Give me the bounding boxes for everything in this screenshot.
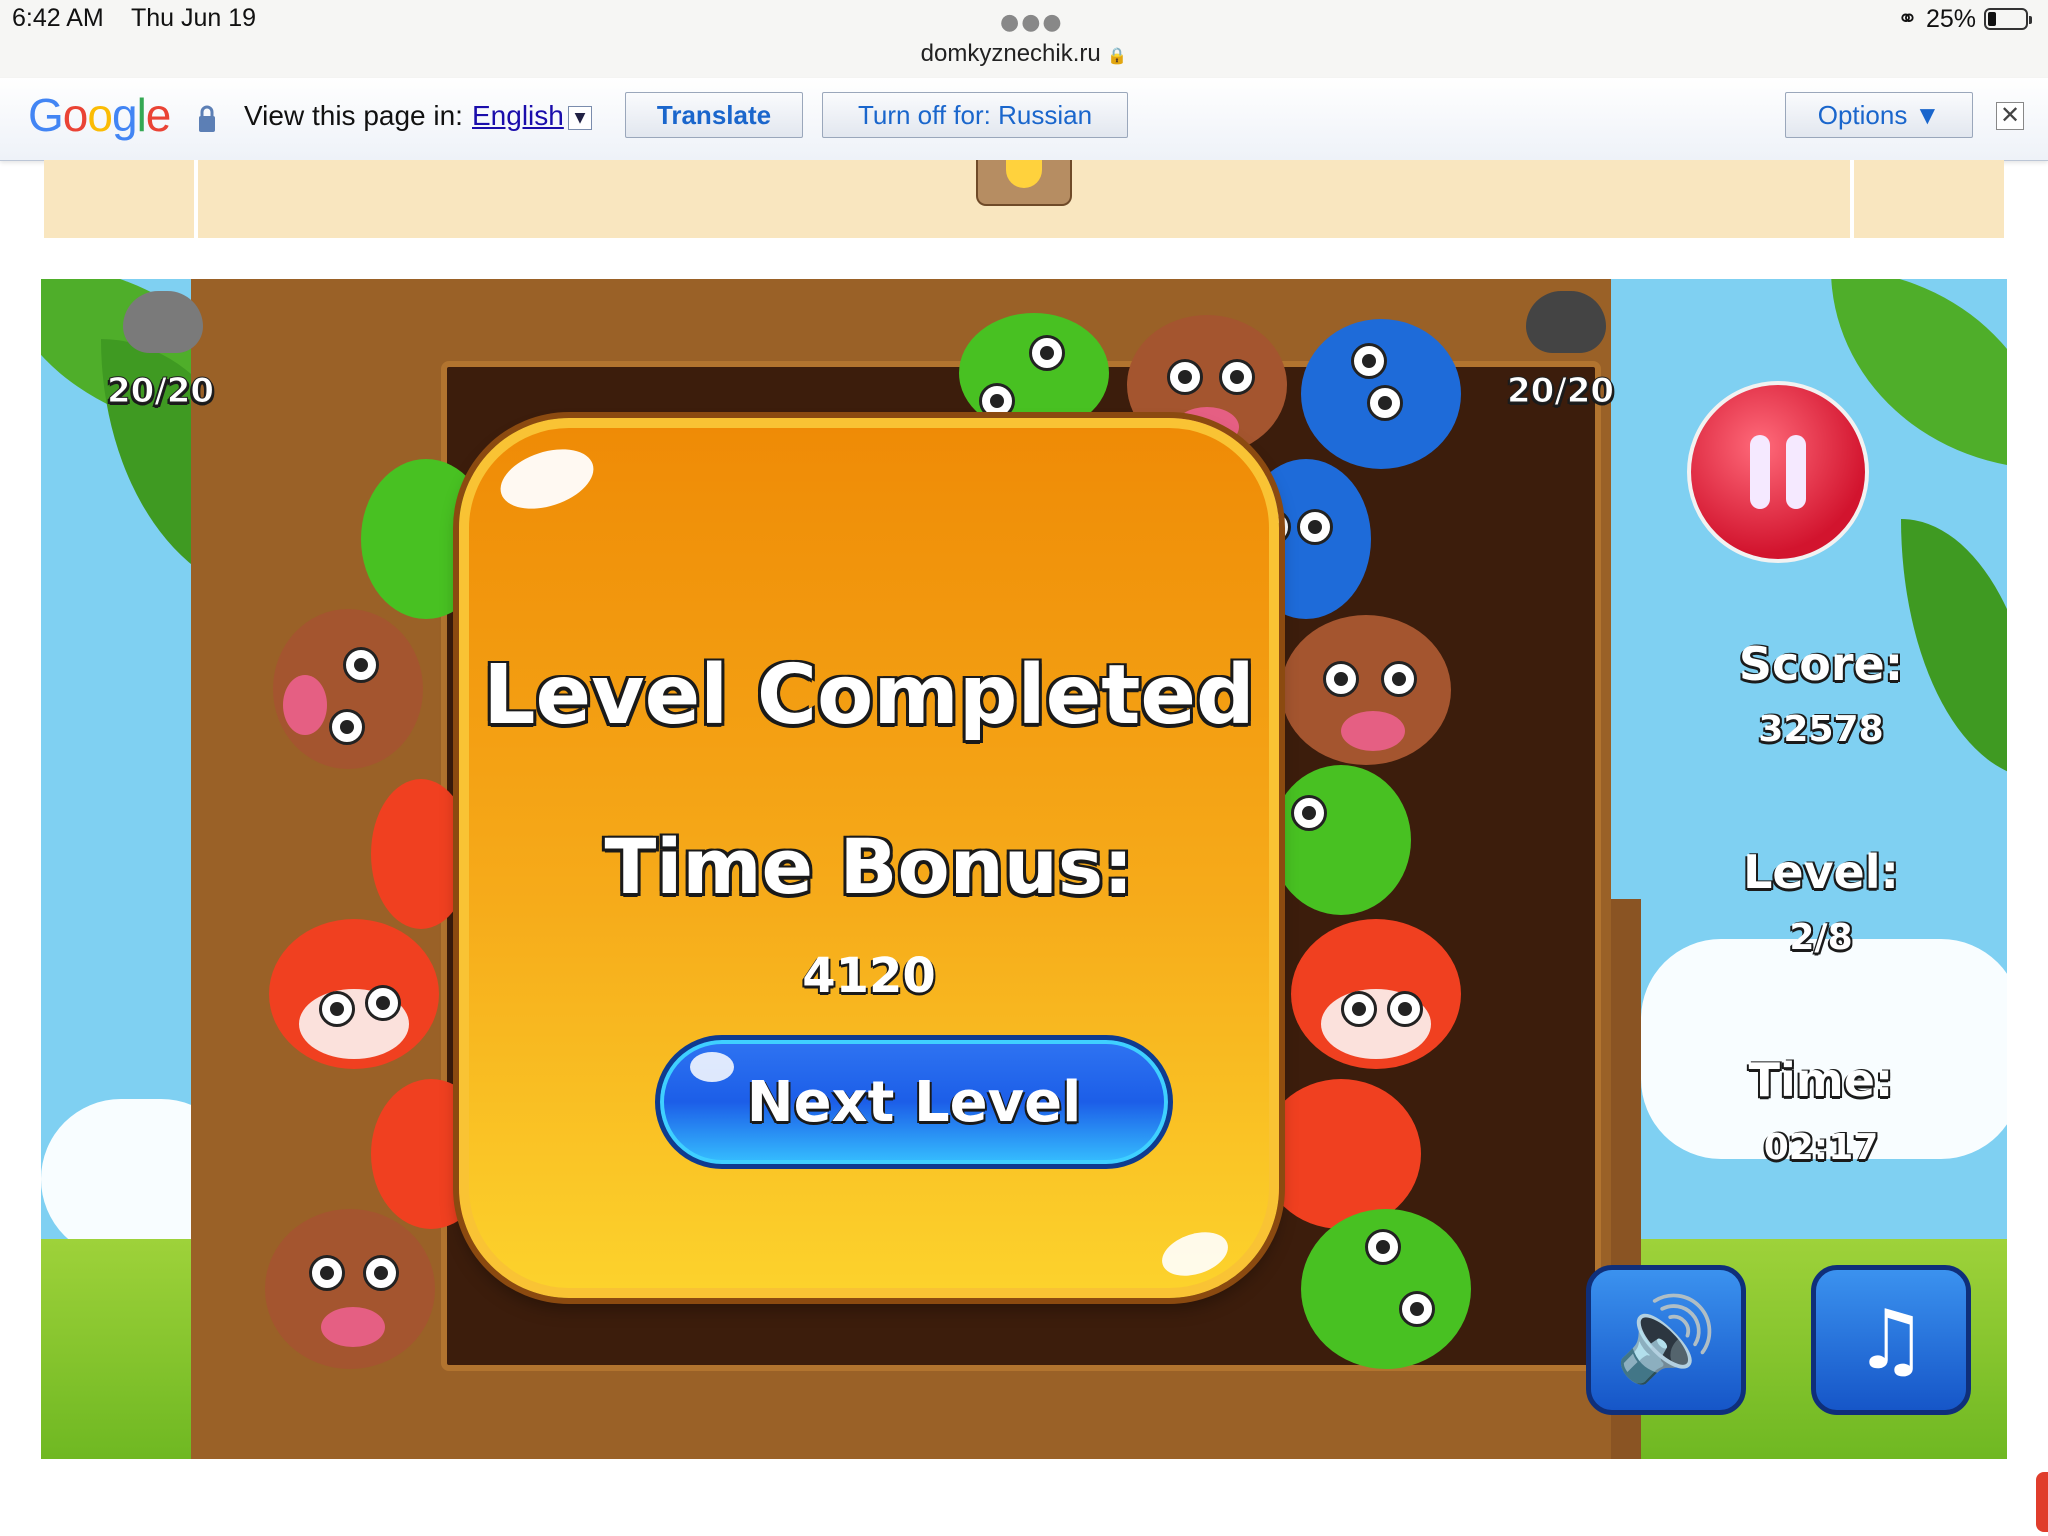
lock-icon: 🔒 [1107,48,1128,65]
language-dropdown-icon[interactable]: ▼ [568,106,592,130]
battery-icon [1984,8,2032,30]
side-tab[interactable] [2036,1472,2048,1532]
game-canvas[interactable]: 20/20 20/20 Score: 32578 Level: 2/8 Time… [41,279,2007,1459]
music-note-icon: ♫ [1854,1292,1928,1388]
bear-counter-icon [1526,291,1606,353]
fox-piece[interactable] [1291,919,1461,1069]
google-translate-bar: Google View this page in: English ▼ Tran… [0,78,2048,161]
pause-button[interactable] [1687,381,1869,563]
boar-piece[interactable] [1281,615,1451,765]
status-bar: 6:42 AM Thu Jun 19 ●●● domkyznechik.ru 🔒… [0,0,2048,78]
dialog-title: Level Completed [483,648,1255,743]
music-button[interactable]: ♫ [1811,1265,1971,1415]
site-header-strip [44,160,2004,238]
options-button[interactable]: Options ▼ [1785,92,1973,138]
language-link[interactable]: English [472,100,564,132]
status-time: 6:42 AM [12,4,104,32]
pause-icon [1750,435,1770,509]
frog-piece[interactable] [1301,1209,1471,1369]
link-icon: ⚭ [1897,5,1918,33]
sound-button[interactable]: 🔊 [1586,1265,1746,1415]
url-text: domkyznechik.ru [920,40,1101,67]
header-tab[interactable] [976,160,1072,206]
lock-icon [199,105,215,132]
time-bonus-label: Time Bonus: [604,822,1134,911]
level-label: Level: [1743,845,1899,899]
boar-piece[interactable] [265,1209,435,1369]
fox-piece[interactable] [371,779,471,929]
multitasking-dots-icon[interactable]: ●●● [1000,10,1064,35]
status-date: Thu Jun 19 [131,4,257,32]
gloss-highlight [1156,1224,1234,1284]
grasshopper-icon [1006,160,1042,188]
boar-piece[interactable] [273,609,423,769]
hippo-counter-icon [123,291,203,353]
time-label: Time: [1748,1053,1894,1107]
turn-off-button[interactable]: Turn off for: Russian [822,92,1128,138]
left-counter: 20/20 [106,371,215,412]
time-value: 02:17 [1763,1127,1879,1168]
frog-piece[interactable] [959,313,1109,433]
translate-button[interactable]: Translate [625,92,803,138]
gloss-highlight [493,438,601,520]
score-label: Score: [1738,637,1904,691]
status-right: ⚭ 25% [1897,4,2032,34]
next-level-button[interactable]: Next Level [655,1035,1173,1169]
frog-piece[interactable] [1271,765,1411,915]
google-logo: Google [28,89,171,141]
hippo-piece[interactable] [1301,319,1461,469]
level-value: 2/8 [1789,917,1853,958]
next-level-label: Next Level [746,1069,1082,1135]
address-bar[interactable]: domkyznechik.ru 🔒 [0,40,2048,68]
view-page-label: View this page in: [244,100,463,131]
score-value: 32578 [1758,709,1884,750]
fox-piece[interactable] [269,919,439,1069]
cloud [1641,939,2007,1159]
level-completed-dialog: Level Completed Time Bonus: 4120 Next Le… [459,418,1279,1298]
close-icon[interactable]: ✕ [1996,102,2024,130]
battery-percent: 25% [1925,4,1976,33]
speaker-icon: 🔊 [1614,1292,1718,1387]
time-bonus-value: 4120 [802,948,936,1004]
right-counter: 20/20 [1506,371,1615,412]
fox-piece[interactable] [1261,1079,1421,1229]
